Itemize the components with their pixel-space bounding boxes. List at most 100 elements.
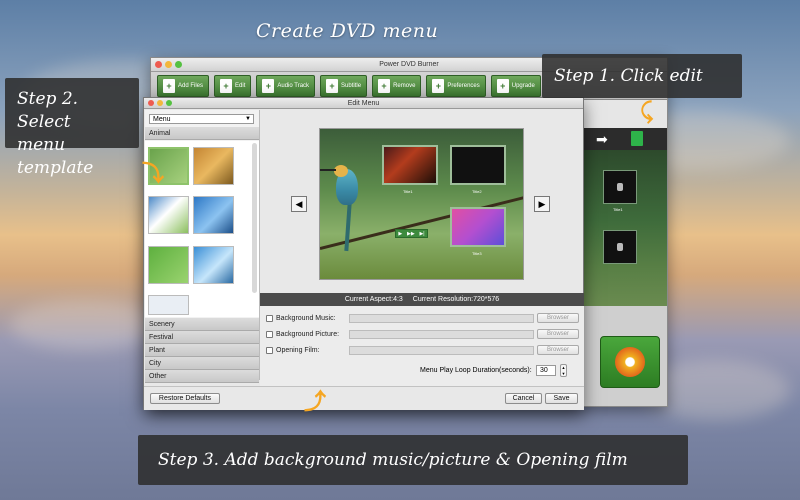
- category-animal[interactable]: Animal: [145, 127, 259, 140]
- toolbar-button-add-files[interactable]: + Add Files: [157, 74, 210, 97]
- opening-film-browse-button[interactable]: Browser: [537, 345, 579, 355]
- callout-step3: Step 3. Add background music/picture & O…: [138, 435, 688, 485]
- category-city[interactable]: City: [145, 357, 259, 370]
- preview-thumb[interactable]: [603, 230, 637, 264]
- chapter-thumb[interactable]: [450, 207, 506, 247]
- menu-select[interactable]: Menu ▼: [149, 114, 254, 124]
- callout-step1: Step 1. Click edit: [542, 54, 742, 98]
- arrow-curl-icon: ⤵: [142, 161, 165, 186]
- toolbar-button-preferences[interactable]: + Preferences: [426, 74, 486, 97]
- minimize-icon[interactable]: [157, 100, 163, 106]
- template-thumb[interactable]: [193, 196, 234, 234]
- bg-picture-label: Background Picture:: [276, 331, 340, 338]
- zoom-icon[interactable]: [166, 100, 172, 106]
- category-other[interactable]: Other: [145, 370, 259, 383]
- toolbar-button-label: Add Files: [178, 82, 204, 89]
- toolbar-button-upgrade[interactable]: + Upgrade: [490, 74, 541, 97]
- opening-film-checkbox[interactable]: [266, 347, 273, 354]
- bg-picture-path: [349, 330, 534, 339]
- chapter-thumb[interactable]: [382, 145, 438, 185]
- upgrade-icon: +: [496, 78, 509, 93]
- dialog-titlebar: Edit Menu: [144, 98, 583, 109]
- chevron-down-icon: ▼: [245, 116, 251, 122]
- bg-picture-checkbox[interactable]: [266, 331, 273, 338]
- callout-step2-line2: menu template: [17, 134, 94, 178]
- template-thumb[interactable]: [193, 246, 234, 284]
- thumb-image-icon: [617, 183, 623, 191]
- category-plant[interactable]: Plant: [145, 344, 259, 357]
- close-icon[interactable]: [148, 100, 154, 106]
- template-thumb[interactable]: [148, 196, 189, 234]
- template-thumb[interactable]: [148, 246, 189, 284]
- callout-step2: Step 2. Select menu template: [5, 78, 139, 178]
- template-pane: Menu ▼ Animal Scenery Festival Plant Cit…: [145, 110, 260, 383]
- edit-menu-dialog: Edit Menu Menu ▼ Animal Scenery Festival…: [143, 97, 584, 410]
- opening-film-row: Opening Film:: [266, 345, 320, 356]
- toolbar-button-edit[interactable]: + Edit: [214, 74, 252, 97]
- play-icon[interactable]: ▶: [398, 231, 402, 237]
- bg-picture-row: Background Picture:: [266, 329, 339, 340]
- opening-film-label: Opening Film:: [276, 347, 320, 354]
- toolbar-button-label: Subtitle: [341, 82, 362, 89]
- arrow-curl-icon: ⤹: [640, 98, 654, 123]
- preferences-icon: +: [432, 78, 445, 93]
- restore-defaults-button[interactable]: Restore Defaults: [150, 393, 220, 404]
- chapter-thumb[interactable]: [450, 145, 506, 185]
- bg-music-row: Background Music:: [266, 313, 336, 324]
- template-thumb[interactable]: [148, 295, 189, 315]
- toolbar-button-subtitle[interactable]: + Subtitle: [320, 74, 368, 97]
- category-scenery[interactable]: Scenery: [145, 318, 259, 331]
- zoom-icon[interactable]: [175, 61, 182, 68]
- cancel-button[interactable]: Cancel: [505, 393, 542, 404]
- bg-picture-browse-button[interactable]: Browser: [537, 329, 579, 339]
- menu-preview-canvas: Title1 Title2 Title3 ▶ ▶▶ ▶|: [319, 128, 524, 280]
- bird-graphic: [334, 165, 348, 177]
- chapter-title: Title2: [472, 189, 482, 194]
- toolbar-button-label: Preferences: [447, 82, 480, 89]
- loop-duration-input[interactable]: 30: [536, 365, 556, 376]
- bg-music-browse-button[interactable]: Browser: [537, 313, 579, 323]
- skip-icon[interactable]: ▶|: [419, 231, 424, 237]
- save-button[interactable]: Save: [545, 393, 578, 404]
- preview-thumb-label: Title1: [613, 207, 623, 212]
- bg-music-checkbox[interactable]: [266, 315, 273, 322]
- dialog-title: Edit Menu: [347, 100, 380, 107]
- arrow-right-icon[interactable]: ➡: [596, 131, 608, 148]
- chapter-title: Title3: [472, 251, 482, 256]
- toolbar-button-label: Upgrade: [511, 82, 535, 89]
- chapter-title: Title1: [403, 189, 413, 194]
- dialog-footer: Restore Defaults Cancel Save: [144, 386, 584, 410]
- burn-disc-icon[interactable]: [600, 336, 660, 388]
- close-icon[interactable]: [155, 61, 162, 68]
- toolbar-button-label: Remove: [393, 82, 416, 89]
- toolbar-button-audio-track[interactable]: + Audio Track: [256, 74, 316, 97]
- dialog-window-controls: [148, 100, 172, 106]
- toolbar-button-remove[interactable]: + Remove: [372, 74, 422, 97]
- template-scrollbar[interactable]: [252, 143, 257, 293]
- fast-forward-icon[interactable]: ▶▶: [407, 231, 415, 237]
- next-arrow-icon[interactable]: ▶: [534, 196, 550, 212]
- add-files-icon: +: [163, 78, 175, 93]
- bg-music-label: Background Music:: [276, 315, 336, 322]
- audio-track-icon: +: [262, 78, 275, 93]
- category-festival[interactable]: Festival: [145, 331, 259, 344]
- callout-step3-text: Step 3. Add background music/picture & O…: [158, 450, 628, 470]
- toolbar-button-label: Edit: [235, 82, 246, 89]
- menu-select-value: Menu: [153, 116, 171, 123]
- callout-step1-text: Step 1. Click edit: [554, 66, 703, 86]
- opening-film-path: [349, 346, 534, 355]
- headline: Create DVD menu: [256, 20, 439, 42]
- main-window-title: Power DVD Burner: [379, 61, 439, 68]
- bird-graphic: [320, 169, 336, 171]
- minimize-icon[interactable]: [165, 61, 172, 68]
- cloud: [10, 300, 160, 350]
- menu-options: Background Music: Browser Background Pic…: [260, 306, 584, 386]
- playback-controls[interactable]: ▶ ▶▶ ▶|: [395, 229, 428, 238]
- loop-duration-stepper[interactable]: ▲ ▼: [560, 364, 567, 377]
- previous-arrow-icon[interactable]: ◀: [291, 196, 307, 212]
- current-resolution: Current Resolution:720*576: [412, 296, 500, 303]
- preview-toolbar: [581, 128, 667, 150]
- preview-thumb[interactable]: [603, 170, 637, 204]
- edit-menu-icon[interactable]: [631, 131, 643, 146]
- template-thumb[interactable]: [193, 147, 234, 185]
